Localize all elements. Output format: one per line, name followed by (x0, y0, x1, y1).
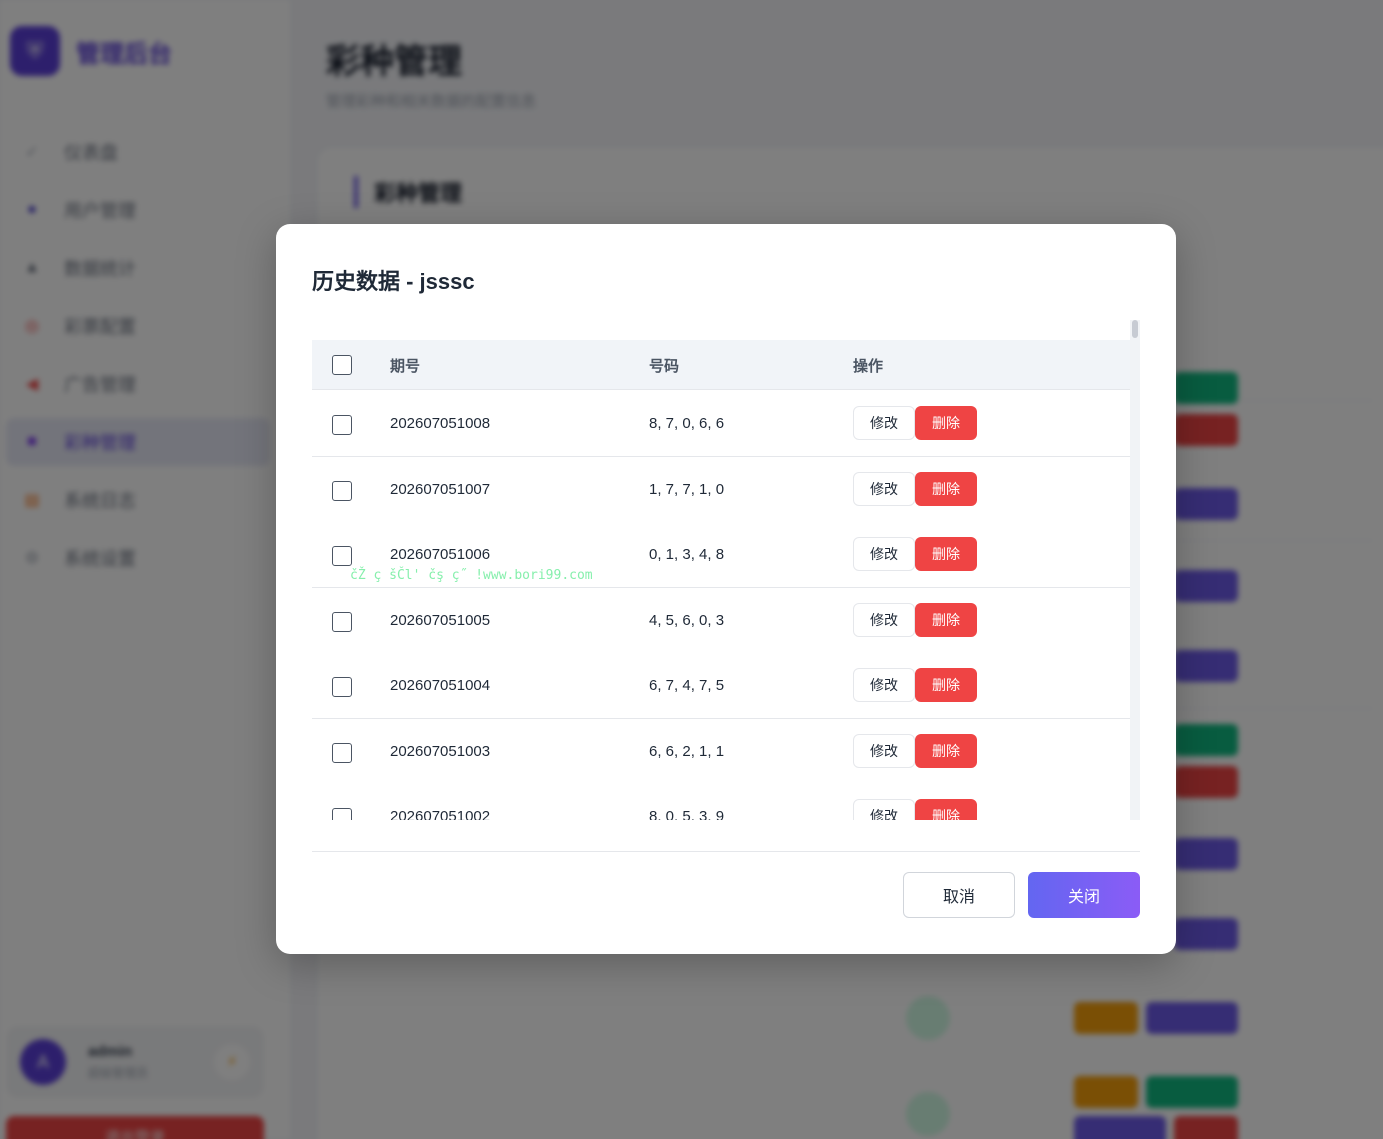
delete-button[interactable]: 删除 (915, 668, 977, 702)
select-all-checkbox[interactable] (332, 355, 352, 375)
table-row: 202607051008 8, 7, 0, 6, 6 修改 删除 (312, 391, 1130, 457)
row-checkbox[interactable] (332, 743, 352, 763)
close-button[interactable]: 关闭 (1028, 872, 1140, 918)
numbers-cell: 6, 6, 2, 1, 1 (649, 743, 725, 760)
delete-button[interactable]: 删除 (915, 603, 977, 637)
edit-button[interactable]: 修改 (853, 734, 915, 768)
edit-button[interactable]: 修改 (853, 472, 915, 506)
table-row: 202607051005 4, 5, 6, 0, 3 修改 删除 (312, 588, 1130, 654)
modal-divider (312, 851, 1140, 852)
period-cell: 202607051007 (390, 481, 491, 498)
column-actions: 操作 (853, 358, 884, 375)
edit-button[interactable]: 修改 (853, 406, 915, 440)
edit-button[interactable]: 修改 (853, 537, 915, 571)
cancel-button[interactable]: 取消 (903, 872, 1015, 918)
table-row: 202607051004 6, 7, 4, 7, 5 修改 删除 (312, 653, 1130, 719)
row-checkbox[interactable] (332, 612, 352, 632)
numbers-cell: 8, 0, 5, 3, 9 (649, 808, 725, 820)
numbers-cell: 0, 1, 3, 4, 8 (649, 546, 725, 563)
numbers-cell: 1, 7, 7, 1, 0 (649, 481, 725, 498)
row-checkbox[interactable] (332, 546, 352, 566)
edit-button[interactable]: 修改 (853, 603, 915, 637)
row-checkbox[interactable] (332, 415, 352, 435)
column-numbers: 号码 (649, 358, 680, 375)
period-cell: 202607051006 (390, 546, 491, 563)
delete-button[interactable]: 删除 (915, 734, 977, 768)
period-cell: 202607051005 (390, 612, 491, 629)
numbers-cell: 6, 7, 4, 7, 5 (649, 677, 725, 694)
delete-button[interactable]: 删除 (915, 799, 977, 820)
period-cell: 202607051002 (390, 808, 491, 820)
table-header: 期号 号码 操作 (312, 340, 1130, 390)
modal-title: 历史数据 - jsssc (312, 269, 475, 294)
table-row: 202607051002 8, 0, 5, 3, 9 修改 删除 (312, 784, 1130, 820)
period-cell: 202607051008 (390, 415, 491, 432)
delete-button[interactable]: 删除 (915, 472, 977, 506)
period-cell: 202607051003 (390, 743, 491, 760)
watermark: čŽ ç šČl' čş ç˝ !www.bori99.com (350, 568, 593, 583)
history-table: 期号 号码 操作 202607051008 8, 7, 0, 6, 6 修改 删… (312, 320, 1140, 820)
numbers-cell: 8, 7, 0, 6, 6 (649, 415, 725, 432)
table-row: 202607051003 6, 6, 2, 1, 1 修改 删除 (312, 719, 1130, 785)
row-checkbox[interactable] (332, 677, 352, 697)
history-data-modal: 历史数据 - jsssc 期号 号码 操作 202607051008 8, 7,… (276, 224, 1176, 954)
edit-button[interactable]: 修改 (853, 799, 915, 820)
column-period: 期号 (390, 358, 421, 375)
row-checkbox[interactable] (332, 808, 352, 820)
period-cell: 202607051004 (390, 677, 491, 694)
scrollbar-thumb[interactable] (1132, 320, 1138, 338)
row-checkbox[interactable] (332, 481, 352, 501)
numbers-cell: 4, 5, 6, 0, 3 (649, 612, 725, 629)
delete-button[interactable]: 删除 (915, 406, 977, 440)
delete-button[interactable]: 删除 (915, 537, 977, 571)
table-scrollbar[interactable] (1130, 320, 1140, 820)
edit-button[interactable]: 修改 (853, 668, 915, 702)
table-row: 202607051007 1, 7, 7, 1, 0 修改 删除 (312, 457, 1130, 523)
